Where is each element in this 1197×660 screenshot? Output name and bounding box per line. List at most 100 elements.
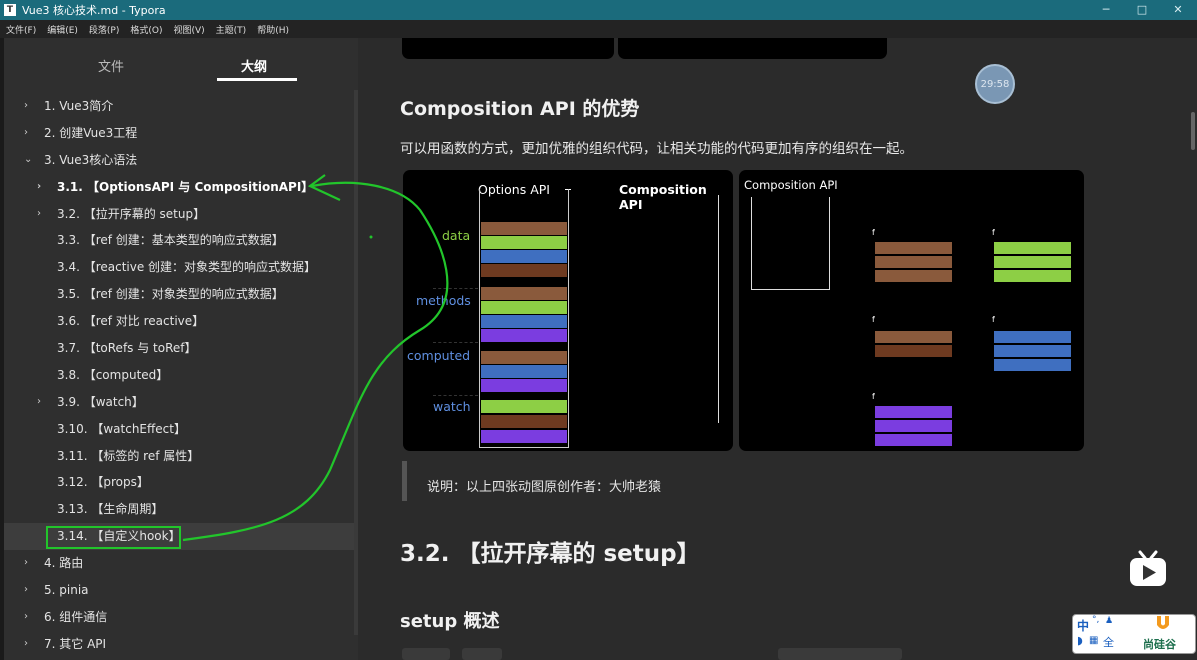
ime-fullwidth[interactable]: 全 xyxy=(1103,634,1114,650)
menu-help[interactable]: 帮助(H) xyxy=(251,23,294,36)
heading-composition-advantage: Composition API 的优势 xyxy=(400,98,640,120)
outline-item[interactable]: 3.10. 【watchEffect】 xyxy=(4,416,354,443)
menu-format[interactable]: 格式(O) xyxy=(124,23,167,36)
outline-item-label: 3.7. 【toRefs 与 toRef】 xyxy=(57,341,197,356)
composition-title-2: Composition API xyxy=(744,178,838,192)
options-vs-composition-image: Options API Composition API data methods… xyxy=(403,170,733,451)
menu-theme[interactable]: 主题(T) xyxy=(210,23,252,36)
chevron-down-icon[interactable]: ⌄ xyxy=(24,147,32,174)
outline-item[interactable]: 3.7. 【toRefs 与 toRef】 xyxy=(4,335,354,362)
timer-badge: 29:58 xyxy=(975,64,1015,104)
f-label: f xyxy=(872,228,875,237)
brand-logo-icon xyxy=(1157,616,1169,629)
outline-item[interactable]: 3.11. 【标签的 ref 属性】 xyxy=(4,443,354,470)
ime-moon-icon[interactable]: ◗ xyxy=(1077,634,1083,647)
f-label: f xyxy=(992,228,995,237)
outline-item[interactable]: › 3.9. 【watch】 xyxy=(4,389,354,416)
code-block-bar xyxy=(481,351,567,364)
minimize-button[interactable]: ─ xyxy=(1088,0,1124,20)
code-block-bar xyxy=(875,434,952,446)
chevron-right-icon[interactable]: › xyxy=(24,577,28,604)
brand-name: 尚硅谷 xyxy=(1143,638,1176,651)
composition-image: Composition API f f f f f xyxy=(739,170,1084,451)
tab-outline[interactable]: 大纲 xyxy=(241,56,267,75)
chevron-right-icon[interactable]: › xyxy=(24,120,28,147)
code-block-bar xyxy=(875,331,952,343)
inline-code xyxy=(402,648,450,660)
maximize-button[interactable]: □ xyxy=(1124,0,1160,20)
outline-item-label: 3.9. 【watch】 xyxy=(57,394,144,409)
ime-keyboard-icon[interactable]: ▦ xyxy=(1089,635,1098,646)
code-block-bar xyxy=(481,236,567,249)
ime-brand-overlay: 中 °, ♟ ◗ ▦ 全 尚硅谷 xyxy=(1072,614,1196,654)
outline-item[interactable]: › 2. 创建Vue3工程 xyxy=(4,120,354,147)
typora-icon: T xyxy=(4,4,16,16)
outline-item[interactable]: › 7. 其它 API xyxy=(4,631,354,658)
code-block-bar xyxy=(481,430,567,443)
f-label: f xyxy=(992,315,995,324)
code-block-bar xyxy=(994,359,1071,371)
outline-item[interactable]: › 3.2. 【拉开序幕的 setup】 xyxy=(4,201,354,228)
editor-scrollbar[interactable] xyxy=(1191,112,1195,150)
menu-file[interactable]: 文件(F) xyxy=(0,23,41,36)
ime-punct[interactable]: °, xyxy=(1092,615,1099,625)
outline-item-label: 4. 路由 xyxy=(44,556,84,571)
close-button[interactable]: ✕ xyxy=(1160,0,1196,20)
outline-item-label: 7. 其它 API xyxy=(44,636,107,651)
code-block-bar xyxy=(994,331,1071,343)
chevron-right-icon[interactable]: › xyxy=(24,550,28,577)
ime-user-icon[interactable]: ♟ xyxy=(1105,616,1113,626)
outline-item[interactable]: › 4. 路由 xyxy=(4,550,354,577)
divider xyxy=(433,395,478,396)
tab-underline xyxy=(217,78,297,81)
divider xyxy=(433,288,478,289)
outline-item-label: 3.5. 【ref 创建：对象类型的响应式数据】 xyxy=(57,287,284,302)
outline-item[interactable]: › 3.1. 【OptionsAPI 与 CompositionAPI】 xyxy=(4,174,354,201)
menu-paragraph[interactable]: 段落(P) xyxy=(83,23,124,36)
outline-item[interactable]: › 6. 组件通信 xyxy=(4,604,354,631)
prev-image-left xyxy=(402,38,614,59)
outline-item-label: 6. 组件通信 xyxy=(44,609,108,624)
outline-item[interactable]: 3.13. 【生命周期】 xyxy=(4,496,354,523)
outline-item-label: 3.11. 【标签的 ref 属性】 xyxy=(57,448,200,463)
chevron-right-icon[interactable]: › xyxy=(37,174,41,201)
outline-item[interactable]: 3.12. 【props】 xyxy=(4,469,354,496)
chevron-right-icon[interactable]: › xyxy=(24,604,28,631)
outline-item-label: 2. 创建Vue3工程 xyxy=(44,125,138,140)
inline-code xyxy=(462,648,502,660)
code-block-bar xyxy=(994,270,1071,282)
outline-item[interactable]: 3.6. 【ref 对比 reactive】 xyxy=(4,308,354,335)
bilibili-tv-icon[interactable] xyxy=(1128,550,1168,588)
computed-label: computed xyxy=(407,348,471,363)
heading-3-2: 3.2. 【拉开序幕的 setup】 xyxy=(400,541,700,567)
f-label: f xyxy=(872,392,875,401)
outline-item-label: 3.12. 【props】 xyxy=(57,475,149,490)
chevron-right-icon[interactable]: › xyxy=(24,631,28,658)
chevron-right-icon[interactable]: › xyxy=(37,201,41,228)
code-block-bar xyxy=(481,379,567,392)
menu-edit[interactable]: 编辑(E) xyxy=(41,23,83,36)
methods-label: methods xyxy=(416,293,471,308)
ime-mode[interactable]: 中 xyxy=(1077,617,1089,634)
outline-item[interactable]: › 1. Vue3简介 xyxy=(4,93,354,120)
code-block-bar xyxy=(875,420,952,432)
outline-item-label: 5. pinia xyxy=(44,583,89,598)
outline-item[interactable]: ⌄ 3. Vue3核心语法 xyxy=(4,147,354,174)
divider xyxy=(433,342,478,343)
watch-label: watch xyxy=(433,399,471,414)
sidebar: 文件 大纲 › 1. Vue3简介 › 2. 创建Vue3工程 ⌄ 3. Vue3核心语法… xyxy=(0,38,362,660)
outline-item[interactable]: 3.5. 【ref 创建：对象类型的响应式数据】 xyxy=(4,281,354,308)
outline-item[interactable]: 3.8. 【computed】 xyxy=(4,362,354,389)
menu-view[interactable]: 视图(V) xyxy=(167,23,209,36)
heading-setup-overview: setup 概述 xyxy=(400,611,500,632)
tab-files[interactable]: 文件 xyxy=(98,56,124,75)
outline-item[interactable]: 3.4. 【reactive 创建：对象类型的响应式数据】 xyxy=(4,254,354,281)
outline-item-label: 3.8. 【computed】 xyxy=(57,367,169,382)
chevron-right-icon[interactable]: › xyxy=(37,389,41,416)
code-block-bar xyxy=(994,256,1071,268)
outline-item[interactable]: 3.3. 【ref 创建：基本类型的响应式数据】 xyxy=(4,227,354,254)
outline-item-label: 3.2. 【拉开序幕的 setup】 xyxy=(57,206,206,221)
chevron-right-icon[interactable]: › xyxy=(24,93,28,120)
code-block-bar xyxy=(994,242,1071,254)
outline-item[interactable]: › 5. pinia xyxy=(4,577,354,604)
